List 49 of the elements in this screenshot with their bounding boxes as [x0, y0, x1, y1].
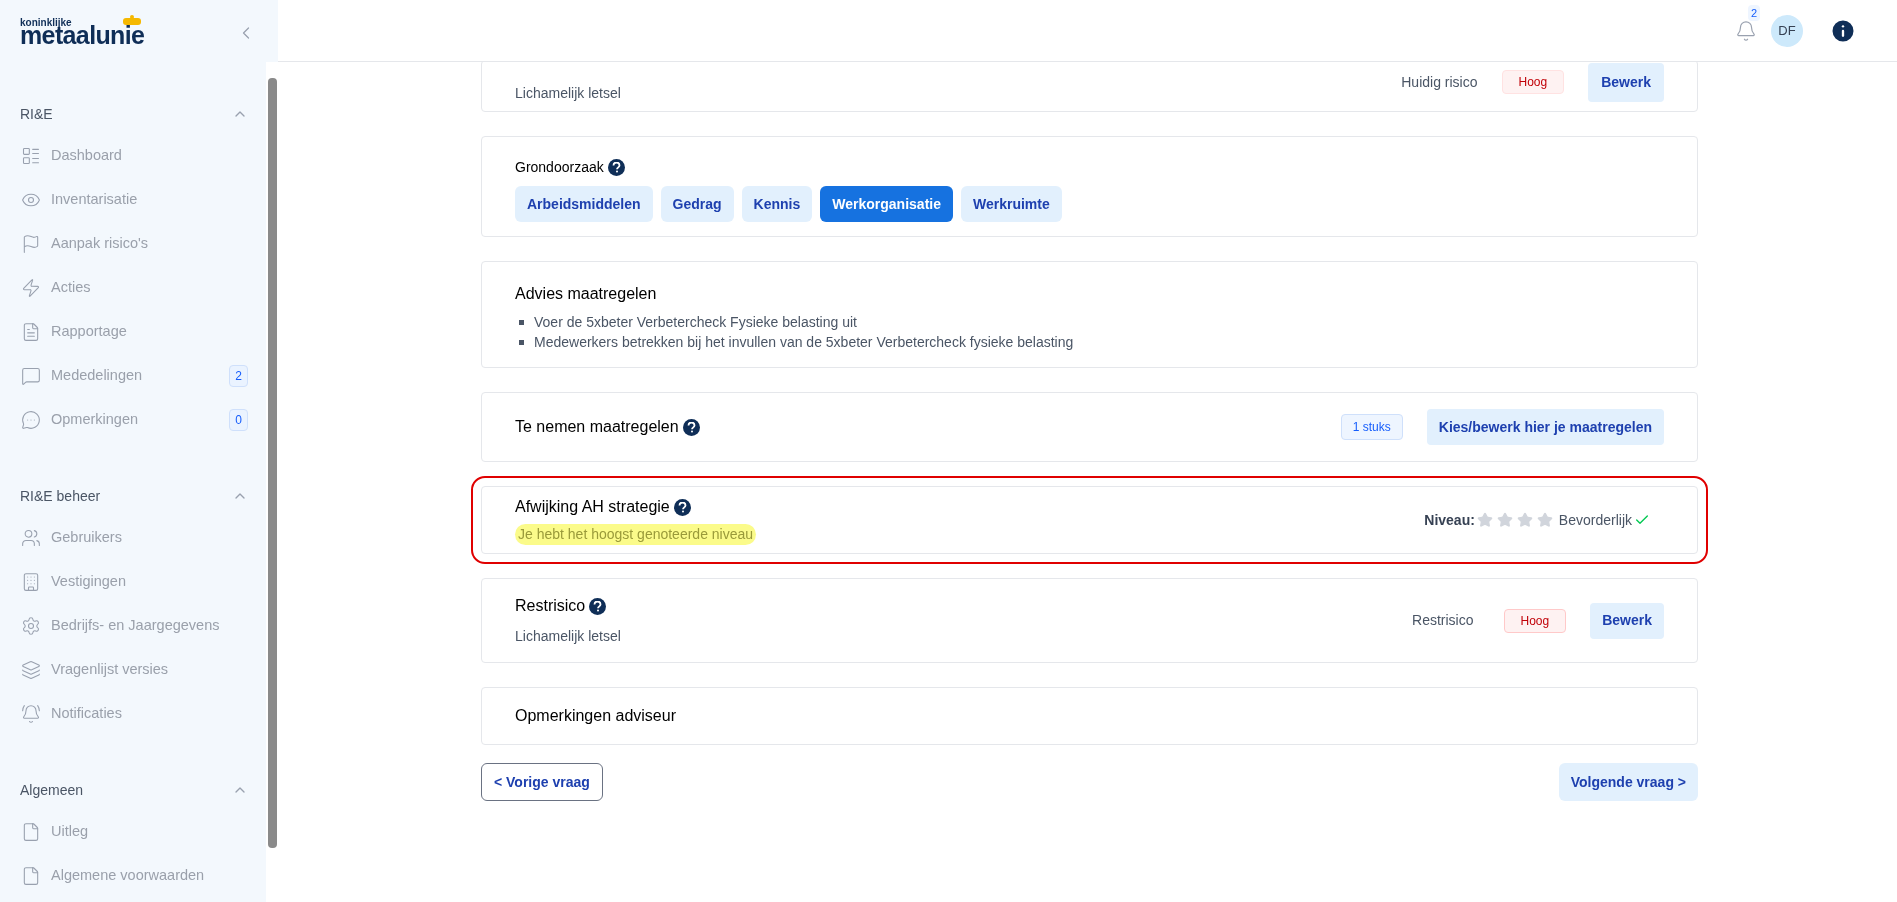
card-title: Te nemen maatregelen [515, 417, 679, 437]
cause-option[interactable]: Gedrag [660, 186, 734, 222]
edit-button[interactable]: Bewerk [1590, 602, 1664, 639]
risk-label: Huidig risico [1401, 72, 1478, 92]
sidebar-item[interactable]: Algemene voorwaarden [20, 854, 248, 898]
card-title: Afwijking AH strategie [515, 497, 670, 517]
sidebar-item[interactable]: Aanpak risico's [20, 222, 248, 266]
risk-badge: Hoog [1501, 70, 1565, 94]
level-note: Je hebt het hoogst genoteerde niveau [515, 524, 757, 545]
notification-count: 2 [1748, 4, 1761, 21]
card-title: Advies maatregelen [515, 284, 658, 304]
count-badge: 0 [229, 409, 248, 431]
next-button[interactable]: Volgende vraag > [1558, 763, 1698, 801]
sidebar-item[interactable]: Bedrijfs- en Jaargegevens [20, 604, 248, 648]
advice-item: Medewerkers betrekken bij het invullen van de 5xbeter Verbetercheck fysieke belasting [534, 333, 1074, 352]
sidebar-item[interactable]: Vestigingen [20, 560, 248, 604]
sidebar-item[interactable]: Mededelingen 2 [20, 354, 248, 398]
section-title: Algemeen [20, 780, 84, 800]
sidebar-item[interactable]: Acties [20, 266, 248, 310]
sidebar-item[interactable]: Notificaties [20, 692, 248, 736]
sidebar-item[interactable]: Inventarisatie [20, 178, 248, 222]
user-avatar[interactable]: DF [1771, 14, 1803, 47]
level-label: Niveau: [1424, 510, 1475, 530]
edit-button[interactable]: Bewerk [1588, 62, 1664, 102]
cause-option[interactable]: Werkruimte [960, 186, 1062, 222]
previous-button[interactable]: < Vorige vraag [481, 763, 603, 801]
advice-item: Voer de 5xbeter Verbetercheck Fysieke belasting uit [534, 313, 857, 332]
sidebar-item[interactable]: Uitleg [20, 810, 248, 854]
risk-subtitle: Lichamelijk letsel [515, 83, 622, 103]
cause-option[interactable]: Kennis [741, 186, 813, 222]
section-title: RI&E [20, 104, 53, 124]
sidebar-item[interactable]: Rapportage [20, 310, 248, 354]
level-name: Bevorderlijk [1558, 510, 1632, 530]
card-title: Restrisico [515, 596, 586, 616]
sidebar-item[interactable]: Vragenlijst versies [20, 648, 248, 692]
section-title: RI&E beheer [20, 486, 101, 506]
cause-option[interactable]: Werkorganisatie [820, 186, 953, 222]
sidebar-item[interactable]: Gebruikers [20, 516, 248, 560]
count-badge: 1 stuks [1340, 414, 1403, 440]
card-title: Grondoorzaak [515, 158, 604, 177]
risk-subtitle: Lichamelijk letsel [515, 627, 622, 646]
cause-option[interactable]: Arbeidsmiddelen [515, 186, 653, 222]
count-badge: 2 [229, 365, 248, 387]
risk-label: Restrisico [1412, 611, 1474, 630]
card-title: Opmerkingen adviseur [515, 706, 676, 726]
risk-badge: Hoog [1503, 608, 1567, 633]
choose-measures-button[interactable]: Kies/bewerk hier je maatregelen [1426, 409, 1664, 445]
sidebar-item[interactable]: Dashboard [20, 134, 248, 178]
sidebar-item[interactable]: Opmerkingen 0 [20, 398, 248, 442]
